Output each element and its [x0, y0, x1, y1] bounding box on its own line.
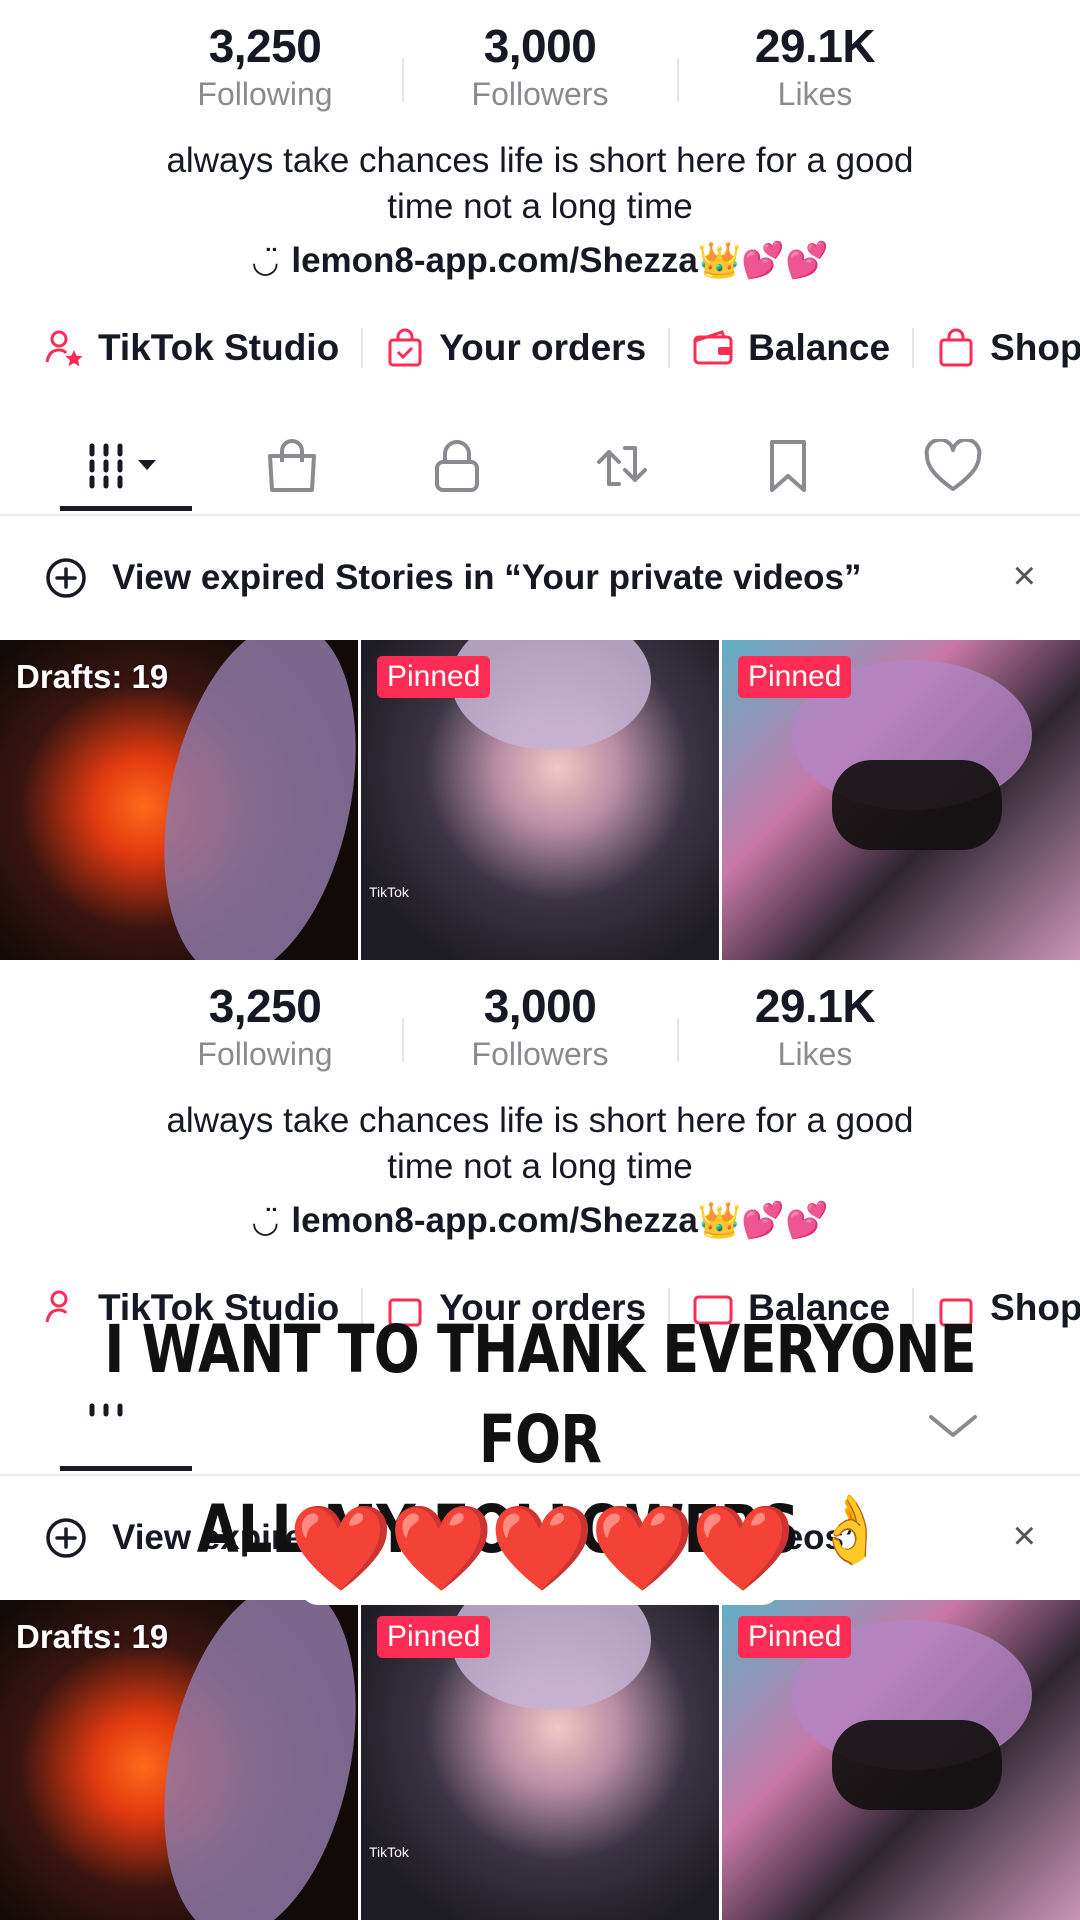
likes-stat[interactable]: 29.1K Likes	[695, 978, 935, 1074]
profile-link-text: lemon8-app.com/Shezza👑💕💕	[291, 241, 829, 280]
profile-stats: 3,250 Following 3,000 Followers 29.1K Li…	[0, 18, 1080, 118]
following-count: 3,250	[208, 20, 322, 72]
caption-line: I WANT TO THANK EVERYONE FOR	[104, 1311, 976, 1478]
grid-dropdown-icon	[89, 443, 156, 489]
drafts-badge: Drafts: 19	[16, 1618, 169, 1655]
shopping-bag-icon	[939, 328, 973, 367]
followers-label: Followers	[471, 76, 609, 112]
profile-link-text: lemon8-app.com/Shezza👑💕💕	[291, 1201, 829, 1240]
repost-icon	[597, 446, 647, 486]
shopping-bag-check-icon	[388, 328, 422, 367]
tiktok-studio-button[interactable]: TikTok Studio	[44, 318, 339, 378]
drafts-thumbnail[interactable]: Drafts: 19	[0, 640, 358, 960]
following-label: Following	[197, 76, 333, 112]
bio-line: always take chances life is short here f…	[166, 141, 914, 180]
close-icon[interactable]: ×	[1013, 554, 1036, 599]
pinned-badge: Pinned	[738, 1616, 852, 1658]
pinned-badge: Pinned	[377, 1616, 491, 1658]
tab-private[interactable]	[397, 418, 517, 514]
user-star-icon	[45, 330, 83, 367]
pinned-video-thumbnail[interactable]: Pinned TikTok	[361, 1600, 719, 1920]
divider	[668, 328, 671, 368]
shopping-bag-icon	[268, 439, 316, 492]
divider	[402, 1018, 404, 1062]
tiktok-studio-label: TikTok Studio	[98, 327, 340, 368]
bio-line: time not a long time	[387, 187, 693, 226]
divider	[912, 328, 915, 368]
pinned-video-thumbnail[interactable]: Pinned TikTok	[361, 640, 719, 960]
balance-label: Balance	[748, 327, 891, 368]
pinned-badge: Pinned	[377, 656, 491, 698]
likes-label: Likes	[777, 1036, 853, 1072]
shop-button[interactable]: Shop	[936, 318, 1080, 378]
expired-stories-text: View expired Stories in “Your private vi…	[112, 558, 862, 597]
heart-icon	[924, 439, 982, 491]
followers-label: Followers	[471, 1036, 609, 1072]
tiktok-watermark: TikTok	[369, 884, 409, 900]
wallet-icon	[693, 330, 733, 365]
divider	[677, 58, 679, 102]
divider	[402, 58, 404, 102]
profile-link[interactable]: ◡̈ lemon8-app.com/Shezza👑💕💕	[0, 236, 1080, 286]
shop-label: Shop	[990, 1287, 1080, 1328]
profile-bio: always take chances life is short here f…	[60, 138, 1020, 230]
tab-reposts[interactable]	[562, 418, 682, 514]
active-tab-indicator	[60, 506, 192, 511]
balance-button[interactable]: Balance	[692, 318, 890, 378]
bio-line: always take chances life is short here f…	[166, 1101, 914, 1140]
video-grid: Drafts: 19 Pinned TikTok Pinned	[0, 1600, 1080, 1920]
your-orders-button[interactable]: Your orders	[385, 318, 646, 378]
pinned-video-thumbnail[interactable]: Pinned	[722, 640, 1080, 960]
video-grid: Drafts: 19 Pinned TikTok Pinned	[0, 640, 1080, 960]
following-stat[interactable]: 3,250 Following	[145, 18, 385, 114]
profile-actions: TikTok Studio Your orders Balance Shop	[44, 318, 1080, 378]
tab-favorites[interactable]	[728, 418, 848, 514]
thumbnail-art	[832, 760, 1002, 850]
thumbnail-art	[832, 1720, 1002, 1810]
likes-count: 29.1K	[754, 20, 876, 72]
tab-videos[interactable]	[66, 418, 186, 514]
divider	[677, 1018, 679, 1062]
your-orders-label: Your orders	[439, 327, 647, 368]
tab-shop[interactable]	[232, 418, 352, 514]
followers-stat[interactable]: 3,000 Followers	[420, 978, 660, 1074]
link-smile-icon: ◡̈	[251, 243, 280, 279]
followers-count: 3,000	[483, 20, 597, 72]
hearts-emoji-row: ❤️❤️❤️❤️❤️	[288, 1501, 796, 1595]
likes-stat[interactable]: 29.1K Likes	[695, 18, 935, 114]
likes-count: 29.1K	[754, 980, 876, 1032]
drafts-thumbnail[interactable]: Drafts: 19	[0, 1600, 358, 1920]
following-label: Following	[197, 1036, 333, 1072]
bio-line: time not a long time	[387, 1147, 693, 1186]
user-star-icon	[45, 1290, 68, 1323]
profile-link[interactable]: ◡̈ lemon8-app.com/Shezza👑💕💕	[0, 1196, 1080, 1246]
likes-label: Likes	[777, 76, 853, 112]
story-plus-icon	[46, 558, 86, 598]
profile-panel-top: 3,250 Following 3,000 Followers 29.1K Li…	[0, 0, 1080, 960]
following-stat[interactable]: 3,250 Following	[145, 978, 385, 1074]
profile-bio: always take chances life is short here f…	[60, 1098, 1020, 1190]
tiktok-watermark: TikTok	[369, 1844, 409, 1860]
profile-stats: 3,250 Following 3,000 Followers 29.1K Li…	[0, 978, 1080, 1078]
shop-label: Shop	[990, 327, 1080, 368]
tab-liked[interactable]	[893, 418, 1013, 514]
followers-count: 3,000	[483, 980, 597, 1032]
bookmark-icon	[770, 440, 806, 492]
followers-stat[interactable]: 3,000 Followers	[420, 18, 660, 114]
profile-tabs	[0, 418, 1080, 516]
link-smile-icon: ◡̈	[251, 1203, 280, 1239]
drafts-badge: Drafts: 19	[16, 658, 169, 695]
following-count: 3,250	[208, 980, 322, 1032]
divider	[361, 328, 364, 368]
expired-stories-banner[interactable]: View expired Stories in “Your private vi…	[44, 548, 1044, 608]
pinned-badge: Pinned	[738, 656, 852, 698]
lock-icon	[435, 440, 479, 492]
pinned-video-thumbnail[interactable]: Pinned	[722, 1600, 1080, 1920]
